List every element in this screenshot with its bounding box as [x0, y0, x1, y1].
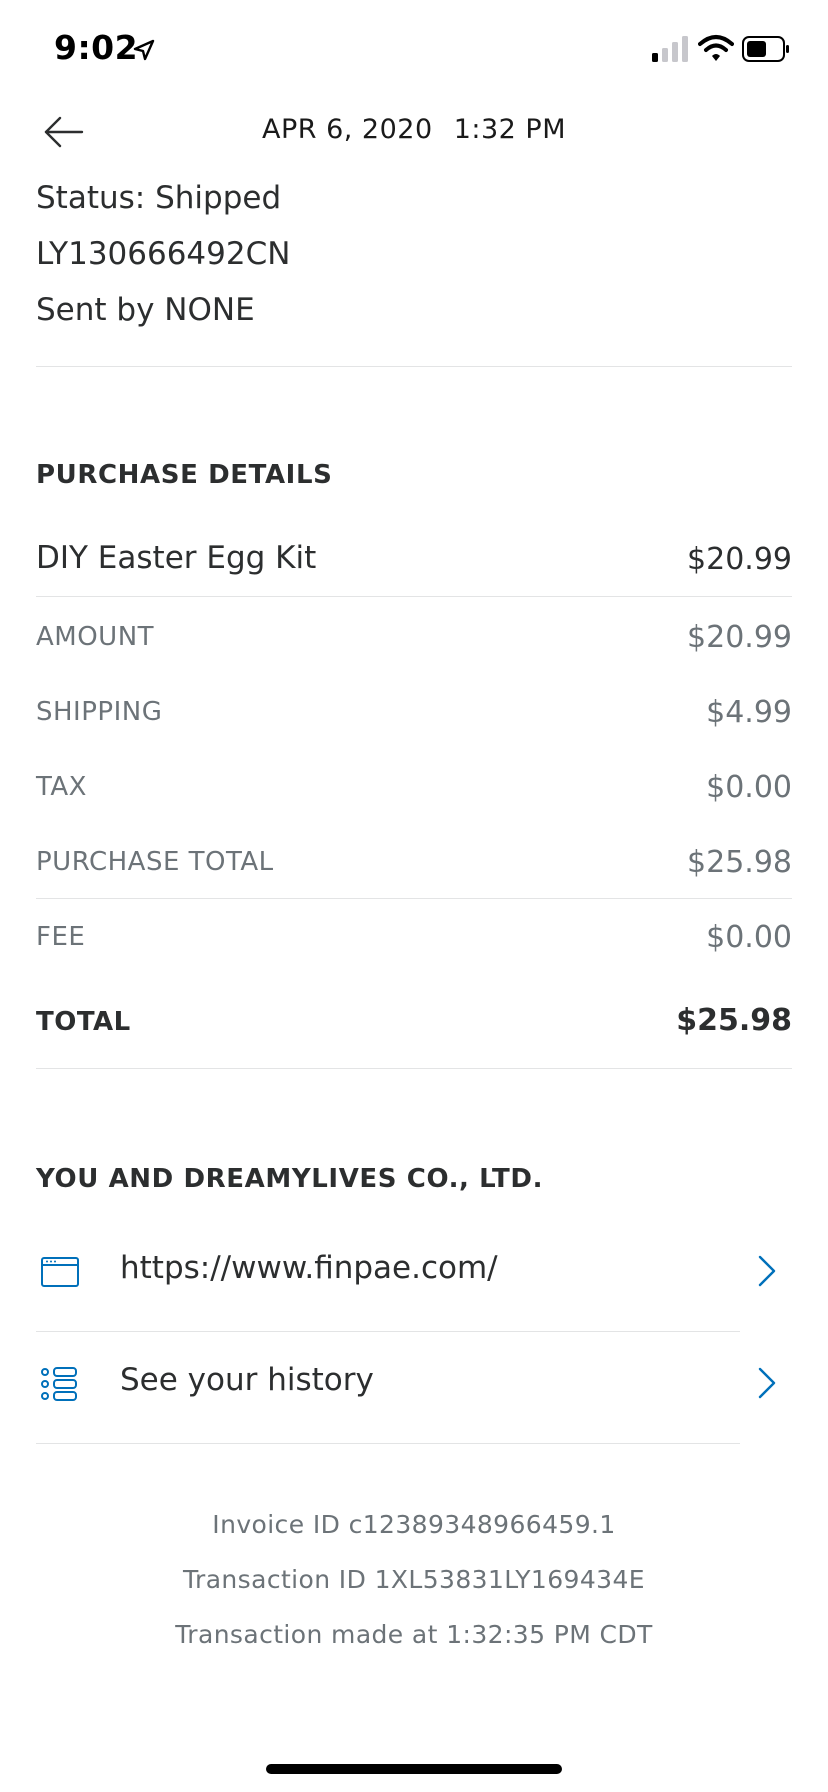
- invoice-id: Invoice ID c12389348966459.1: [212, 1510, 616, 1539]
- wifi-icon: [698, 35, 734, 61]
- merchant-title: YOU AND DREAMYLIVES CO., LTD.: [36, 1164, 544, 1194]
- list-icon: [41, 1367, 77, 1401]
- total-value: $25.98: [676, 1003, 792, 1038]
- amount-label: AMOUNT: [36, 622, 155, 652]
- fee-label: FEE: [36, 922, 86, 952]
- item-price: $20.99: [687, 542, 792, 577]
- merchant-website-link[interactable]: https://www.finpae.com/: [36, 1220, 792, 1332]
- purchase-details-title: PURCHASE DETAILS: [36, 460, 333, 490]
- fee-value: $0.00: [706, 920, 792, 955]
- header-date: APR 6, 2020: [261, 114, 433, 145]
- transaction-id: Transaction ID 1XL53831LY169434E: [183, 1565, 645, 1594]
- shipment-status: Status: Shipped: [36, 180, 282, 216]
- purchase-total-label: PURCHASE TOTAL: [36, 847, 274, 877]
- see-history-link[interactable]: See your history: [36, 1332, 792, 1444]
- transaction-time: Transaction made at 1:32:35 PM CDT: [175, 1620, 653, 1649]
- shipping-label: SHIPPING: [36, 697, 163, 727]
- chevron-right-icon: [758, 1255, 776, 1287]
- divider: [36, 1068, 792, 1069]
- item-name: DIY Easter Egg Kit: [36, 540, 317, 576]
- total-label: TOTAL: [36, 1007, 131, 1037]
- amount-value: $20.99: [687, 620, 792, 655]
- header-time: 1:32 PM: [453, 114, 567, 145]
- home-indicator[interactable]: [266, 1764, 562, 1774]
- location-arrow-icon: [133, 39, 155, 61]
- browser-window-icon: [41, 1257, 79, 1287]
- purchase-total-value: $25.98: [687, 845, 792, 880]
- tracking-number: LY130666492CN: [36, 236, 291, 272]
- battery-icon: [742, 36, 789, 62]
- see-history-label: See your history: [120, 1362, 374, 1398]
- divider: [36, 366, 792, 367]
- cellular-signal-icon: [652, 36, 688, 62]
- tax-value: $0.00: [706, 770, 792, 805]
- shipping-value: $4.99: [706, 695, 792, 730]
- status-time: 9:02: [54, 28, 139, 67]
- divider: [36, 1443, 740, 1444]
- transaction-datetime: APR 6, 2020 1:32 PM: [0, 114, 828, 145]
- tax-label: TAX: [36, 772, 87, 802]
- divider: [36, 596, 792, 597]
- sent-by: Sent by NONE: [36, 292, 255, 328]
- website-url: https://www.finpae.com/: [120, 1250, 498, 1286]
- divider: [36, 898, 792, 899]
- chevron-right-icon: [758, 1367, 776, 1399]
